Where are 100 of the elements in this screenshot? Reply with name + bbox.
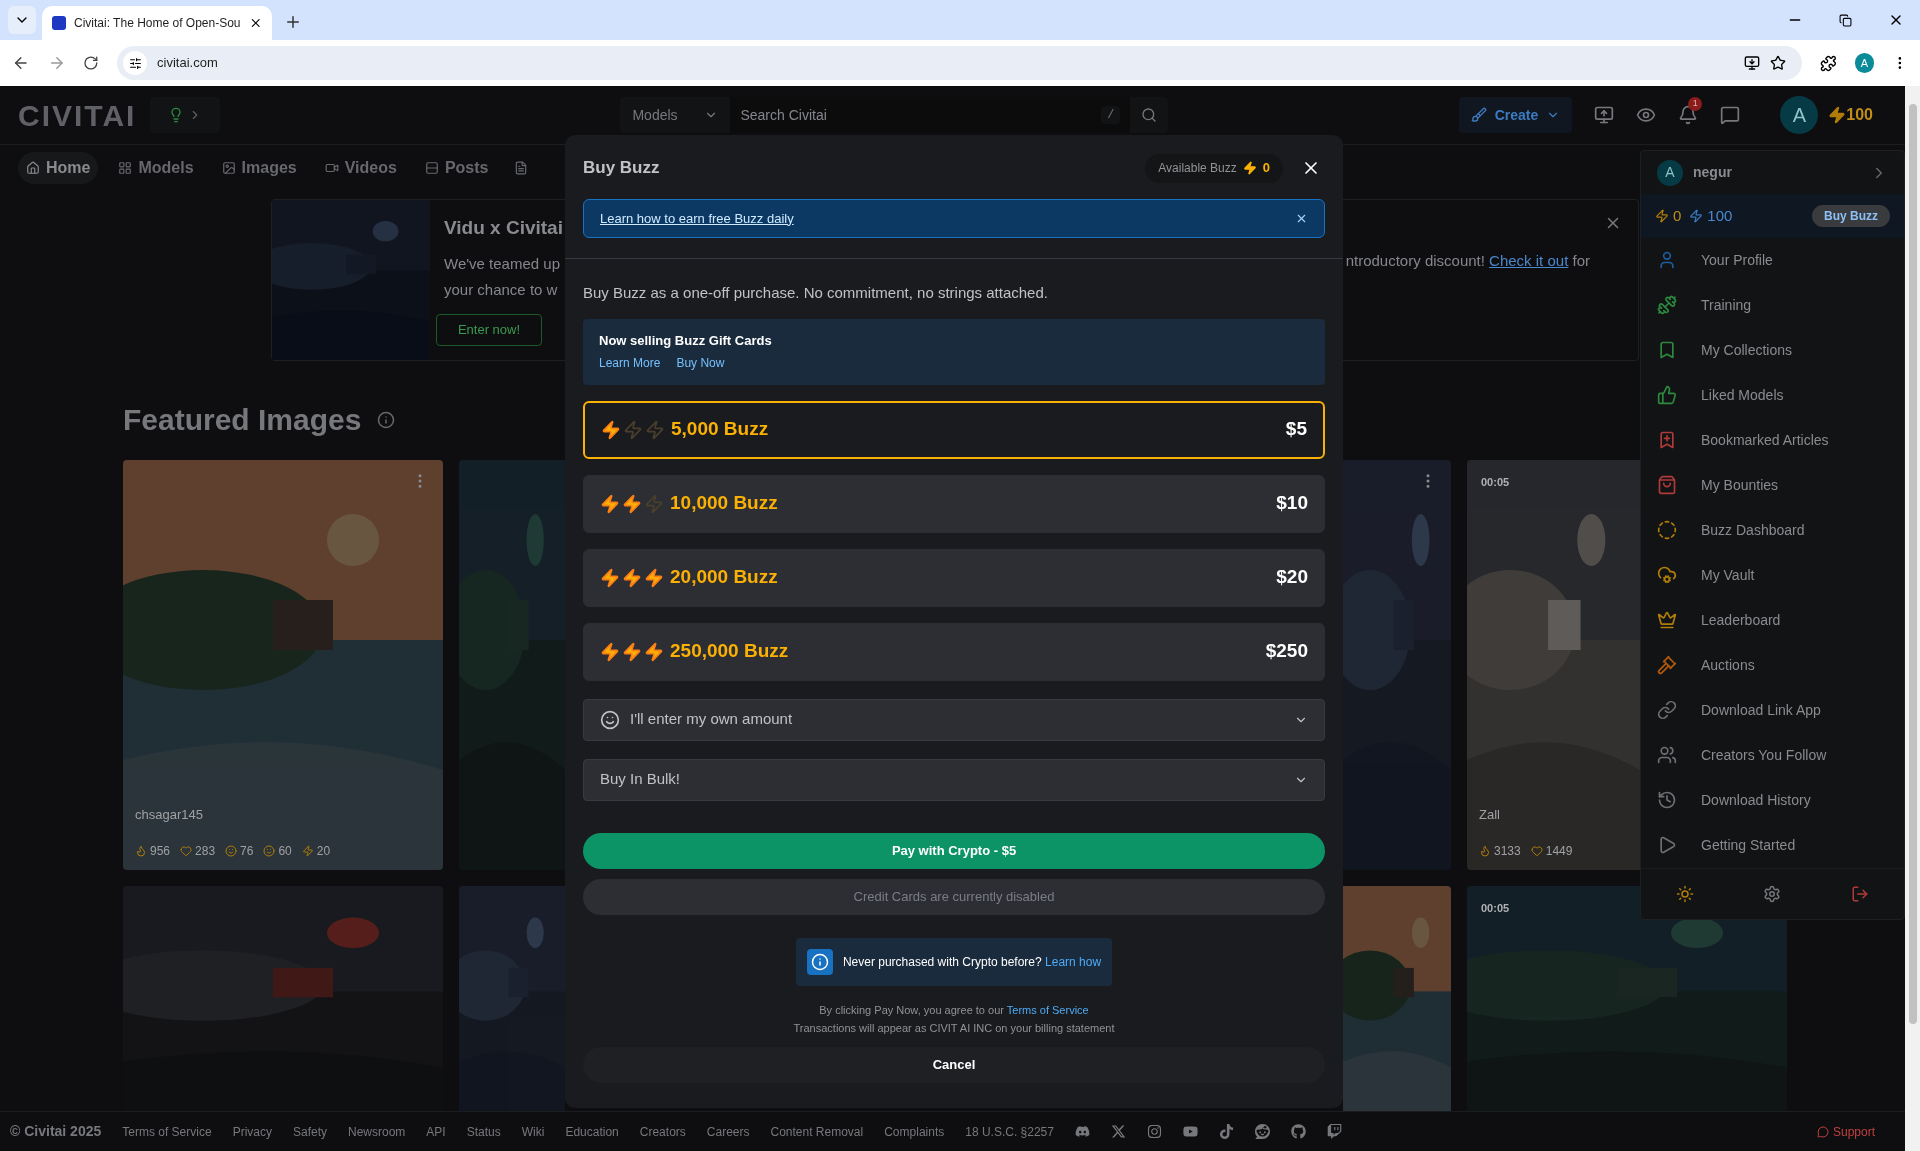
bookmark-star-icon[interactable] bbox=[1769, 55, 1786, 71]
buzz-option[interactable]: 5,000 Buzz $5 bbox=[583, 400, 1325, 459]
buzz-option[interactable]: 250,000 Buzz $250 bbox=[583, 622, 1325, 681]
video-duration: 00:05 bbox=[1481, 475, 1510, 490]
menu-item[interactable]: My Bounties bbox=[1641, 462, 1904, 508]
logo[interactable]: CIVITAI bbox=[18, 92, 137, 138]
footer-link[interactable]: 18 U.S.C. §2257 bbox=[965, 1122, 1054, 1141]
browser-tab[interactable]: Civitai: The Home of Open-Sou bbox=[42, 6, 272, 40]
user-avatar[interactable]: A bbox=[1780, 96, 1819, 134]
discord-icon[interactable] bbox=[1074, 1124, 1090, 1139]
x-icon[interactable] bbox=[1110, 1124, 1126, 1139]
install-icon[interactable] bbox=[1743, 55, 1760, 71]
reload-icon[interactable] bbox=[83, 55, 100, 71]
menu-item[interactable]: Bookmarked Articles bbox=[1641, 417, 1904, 463]
footer-link[interactable]: Complaints bbox=[884, 1122, 945, 1141]
search-scope-select[interactable]: Models bbox=[620, 97, 731, 133]
footer-link[interactable]: Creators bbox=[639, 1122, 686, 1141]
sun-icon[interactable] bbox=[1675, 884, 1694, 903]
menu-item[interactable]: Download Link App bbox=[1641, 687, 1904, 733]
menu-item[interactable]: Download History bbox=[1641, 777, 1904, 823]
search-field[interactable]: Search Civitai bbox=[740, 104, 1102, 126]
footer-link[interactable]: Status bbox=[466, 1122, 501, 1141]
scrollbar[interactable] bbox=[1905, 86, 1920, 1151]
footer-link[interactable]: Wiki bbox=[521, 1122, 545, 1141]
gift-card-link[interactable]: Buy Now bbox=[676, 354, 725, 373]
chat-icon[interactable] bbox=[1720, 105, 1741, 125]
document-icon[interactable] bbox=[514, 160, 529, 175]
cancel-button[interactable]: Cancel bbox=[583, 1046, 1325, 1083]
banner-text: We've teamed up bbox=[444, 253, 560, 274]
youtube-icon[interactable] bbox=[1182, 1124, 1198, 1139]
back-icon[interactable] bbox=[12, 54, 30, 72]
menu-item[interactable]: Creators You Follow bbox=[1641, 732, 1904, 778]
menu-item[interactable]: Training bbox=[1641, 282, 1904, 328]
search-icon[interactable] bbox=[1141, 107, 1158, 123]
buy-buzz-button[interactable]: Buy Buzz bbox=[1812, 205, 1890, 228]
menu-item[interactable]: My Vault bbox=[1641, 552, 1904, 598]
tiktok-icon[interactable] bbox=[1218, 1124, 1234, 1139]
menu-item[interactable]: Buzz Dashboard bbox=[1641, 507, 1904, 553]
username[interactable]: negur bbox=[1693, 162, 1860, 184]
close-icon[interactable] bbox=[1295, 212, 1308, 225]
menu-item[interactable]: Leaderboard bbox=[1641, 597, 1904, 643]
learn-how-link[interactable]: Learn how bbox=[1045, 954, 1102, 969]
footer-link[interactable]: Newsroom bbox=[348, 1122, 406, 1141]
footer-link[interactable]: Privacy bbox=[232, 1122, 272, 1141]
github-icon[interactable] bbox=[1290, 1124, 1306, 1139]
twitch-icon[interactable] bbox=[1326, 1124, 1342, 1139]
billing-text: Transactions will appear as CIVIT AI INC on your billing statement bbox=[792, 1021, 1116, 1036]
footer-link[interactable]: Careers bbox=[706, 1122, 750, 1141]
reaction-count: 283 bbox=[195, 843, 216, 860]
nav-tab[interactable]: Home bbox=[18, 151, 99, 184]
bell-icon[interactable] bbox=[1678, 105, 1699, 125]
site-settings-icon[interactable] bbox=[128, 56, 142, 70]
create-button[interactable]: Create bbox=[1458, 97, 1573, 133]
settings-icon[interactable] bbox=[1763, 884, 1782, 903]
eye-icon[interactable] bbox=[1636, 105, 1657, 125]
menu-item[interactable]: Your Profile bbox=[1641, 237, 1904, 283]
address-bar[interactable]: civitai.com bbox=[117, 46, 1802, 80]
bulk-accordion[interactable]: Buy In Bulk! bbox=[583, 758, 1325, 801]
buzz-count: 100 bbox=[1846, 105, 1873, 125]
terms-link[interactable]: Terms of Service bbox=[1006, 1003, 1089, 1016]
menu-item[interactable]: Liked Models bbox=[1641, 372, 1904, 418]
extensions-icon[interactable] bbox=[1819, 54, 1837, 72]
check-it-out-link[interactable]: Check it out bbox=[1489, 252, 1569, 269]
nav-tab[interactable]: Models bbox=[110, 151, 202, 184]
restore-icon[interactable] bbox=[1839, 13, 1852, 27]
reddit-icon[interactable] bbox=[1254, 1124, 1270, 1139]
house-icon bbox=[26, 160, 40, 175]
lightning-icon bbox=[1655, 209, 1669, 224]
nav-tab[interactable]: Images bbox=[213, 151, 305, 184]
footer-link[interactable]: Terms of Service bbox=[122, 1122, 212, 1141]
lightning-icon bbox=[1828, 106, 1847, 124]
notice-text: Never purchased with Crypto before? Learn how bbox=[842, 953, 1102, 971]
user-avatar: A bbox=[1657, 159, 1683, 186]
terms-text: By clicking Pay Now, you agree to our Terms of Service bbox=[818, 1002, 1090, 1018]
footer-link[interactable]: Content Removal bbox=[770, 1122, 864, 1141]
menu-item[interactable]: Auctions bbox=[1641, 642, 1904, 688]
buzz-option[interactable]: 20,000 Buzz $20 bbox=[583, 548, 1325, 607]
own-amount-accordion[interactable]: I'll enter my own amount bbox=[583, 698, 1325, 741]
gift-card-link[interactable]: Learn More bbox=[599, 354, 661, 373]
monitor-icon[interactable] bbox=[1594, 105, 1615, 125]
buzz-option[interactable]: 10,000 Buzz $10 bbox=[583, 474, 1325, 533]
menu-item[interactable]: Getting Started bbox=[1641, 822, 1904, 868]
support-button[interactable]: Support bbox=[1816, 1122, 1875, 1141]
pay-crypto-button[interactable]: Pay with Crypto - $5 bbox=[583, 832, 1325, 869]
new-tab-icon[interactable] bbox=[284, 13, 302, 31]
footer-link[interactable]: Safety bbox=[292, 1122, 327, 1141]
menu-item[interactable]: My Collections bbox=[1641, 327, 1904, 373]
logout-icon[interactable] bbox=[1851, 884, 1870, 903]
buzz-count: 100 bbox=[1707, 205, 1733, 226]
lightning-icon bbox=[600, 493, 620, 514]
enter-button[interactable]: Enter now! bbox=[436, 313, 542, 346]
info-icon[interactable] bbox=[377, 410, 396, 429]
buzz-count: 0 bbox=[1673, 205, 1682, 226]
profile-avatar[interactable]: A bbox=[1854, 53, 1875, 73]
footer-link[interactable]: Education bbox=[565, 1122, 619, 1141]
footer-link[interactable]: API bbox=[426, 1122, 446, 1141]
instagram-icon[interactable] bbox=[1146, 1124, 1162, 1139]
nav-tab[interactable]: Videos bbox=[316, 151, 405, 184]
tab-list-button[interactable] bbox=[8, 6, 36, 34]
nav-tab[interactable]: Posts bbox=[416, 151, 497, 184]
